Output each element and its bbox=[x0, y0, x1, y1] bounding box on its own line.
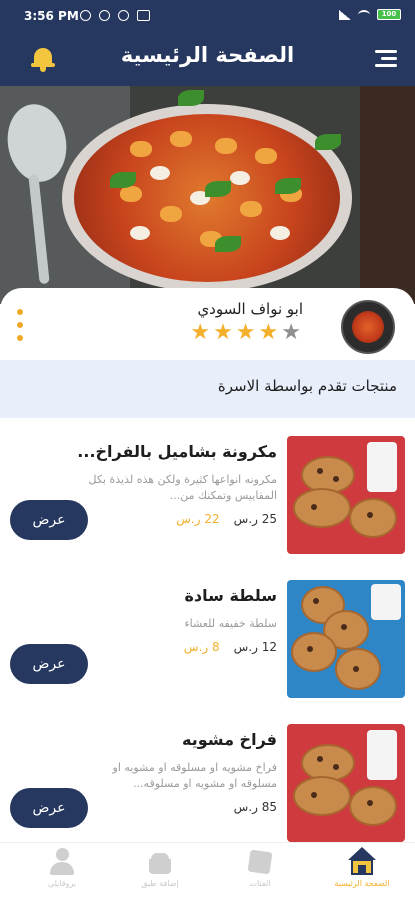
battery-icon: 100 bbox=[377, 9, 401, 20]
chef-name: ابو نواف السودي bbox=[197, 300, 303, 318]
view-product-button[interactable]: عرض bbox=[10, 788, 88, 828]
price-row: 85 ر.س bbox=[220, 800, 277, 814]
categories-box-icon bbox=[245, 847, 275, 877]
view-product-button[interactable]: عرض bbox=[10, 500, 88, 540]
status-time: 3:56 PM bbox=[24, 9, 79, 23]
nav-label-profile: بروفايلي bbox=[47, 879, 77, 888]
product-discount-price: 8 ر.س bbox=[183, 640, 220, 654]
status-bar: 3:56 PM 100 bbox=[0, 0, 415, 30]
product-image bbox=[287, 724, 405, 842]
nav-item-categories[interactable]: الفئات bbox=[215, 847, 305, 899]
status-notification-icons bbox=[80, 10, 150, 21]
product-price: 25 ر.س bbox=[233, 512, 277, 526]
section-title: منتجات تقدم بواسطة الاسرة bbox=[217, 377, 397, 395]
product-image bbox=[287, 436, 405, 554]
bottom-navigation: الصفحة الرئيسية الفئات إضافة طبق بروفايل… bbox=[0, 842, 415, 900]
product-price: 85 ر.س bbox=[233, 800, 277, 814]
product-image bbox=[287, 580, 405, 698]
view-product-button[interactable]: عرض bbox=[10, 644, 88, 684]
no-sync-icon bbox=[118, 10, 129, 21]
star-filled-icon: ★ bbox=[190, 320, 211, 345]
menu-icon[interactable] bbox=[375, 48, 397, 68]
product-price: 12 ر.س bbox=[233, 640, 277, 654]
nav-item-home[interactable]: الصفحة الرئيسية bbox=[317, 847, 407, 899]
product-card[interactable]: مكرونة بشاميل بالفراخ... مكرونه انواعها … bbox=[0, 436, 415, 568]
price-row: 12 ر.س 8 ر.س bbox=[184, 640, 277, 654]
chef-rating: ★ ★ ★ ★ ★ bbox=[190, 322, 301, 344]
wifi-icon bbox=[358, 9, 370, 20]
nav-item-add-dish[interactable]: إضافة طبق bbox=[115, 847, 205, 899]
page-title: الصفحة الرئيسية bbox=[120, 43, 295, 67]
price-row: 25 ر.س 22 ر.س bbox=[176, 512, 277, 526]
more-options-icon[interactable] bbox=[15, 309, 25, 341]
product-description: فراخ مشويه او مسلوقه او مشويه او مسلوقه … bbox=[112, 761, 277, 790]
star-filled-icon: ★ bbox=[258, 320, 279, 345]
app-header: الصفحة الرئيسية bbox=[0, 30, 415, 86]
status-system-icons: 100 bbox=[339, 9, 401, 20]
star-empty-icon: ★ bbox=[281, 320, 301, 345]
media-icon bbox=[137, 10, 150, 21]
nav-item-profile[interactable]: بروفايلي bbox=[17, 847, 107, 899]
product-card[interactable]: سلطة سادة سلطة خفيفه للعشاء 12 ر.س 8 ر.س… bbox=[0, 580, 415, 712]
cooking-pot-icon bbox=[145, 847, 175, 877]
product-description: مكرونه انواعها كثيرة ولكن هذه لذيذة بكل … bbox=[88, 473, 277, 502]
home-icon bbox=[347, 847, 377, 877]
star-filled-icon: ★ bbox=[213, 320, 233, 345]
family-chef-card[interactable]: ابو نواف السودي ★ ★ ★ ★ ★ bbox=[0, 288, 415, 364]
product-name: فراخ مشويه bbox=[182, 730, 277, 749]
product-name: مكرونة بشاميل بالفراخ... bbox=[77, 442, 277, 461]
star-filled-icon: ★ bbox=[235, 320, 256, 345]
product-discount-price: 22 ر.س bbox=[176, 512, 220, 526]
product-description: سلطة خفيفه للعشاء bbox=[184, 617, 277, 630]
hero-food-image bbox=[0, 86, 415, 304]
nav-label-add-dish: إضافة طبق bbox=[141, 879, 179, 888]
section-header: منتجات تقدم بواسطة الاسرة bbox=[0, 360, 415, 418]
alarm-icon bbox=[80, 10, 91, 21]
clock-icon bbox=[99, 10, 110, 21]
nav-label-home: الصفحة الرئيسية bbox=[334, 879, 390, 888]
signal-icon bbox=[339, 9, 351, 20]
chef-avatar[interactable] bbox=[341, 300, 395, 354]
product-card[interactable]: فراخ مشويه فراخ مشويه او مسلوقه او مشويه… bbox=[0, 724, 415, 856]
product-name: سلطة سادة bbox=[184, 586, 277, 605]
nav-label-categories: الفئات bbox=[249, 879, 271, 888]
user-icon bbox=[47, 847, 77, 877]
